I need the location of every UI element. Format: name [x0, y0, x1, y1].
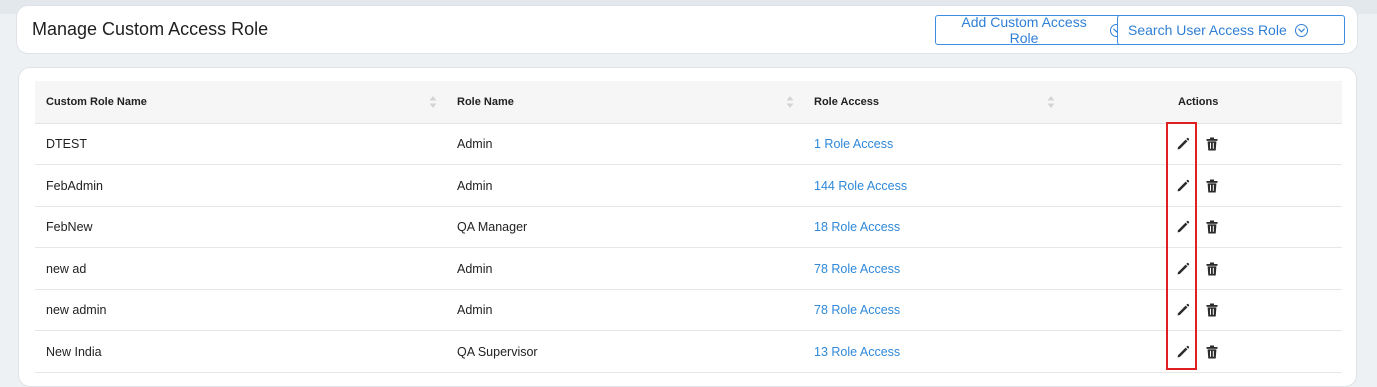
trash-icon[interactable] [1204, 302, 1220, 318]
roles-table-card: Custom Role Name Role Name Role Access A… [18, 67, 1357, 387]
pencil-icon[interactable] [1175, 136, 1191, 152]
role-name-cell: QA Supervisor [457, 344, 538, 359]
role-name-cell: Admin [457, 303, 493, 317]
pencil-icon[interactable] [1175, 261, 1191, 277]
column-header-role-name[interactable]: Role Name [457, 81, 514, 123]
add-custom-access-role-button[interactable]: Add Custom Access Role [935, 14, 1134, 46]
trash-icon[interactable] [1204, 219, 1220, 235]
pencil-icon[interactable] [1175, 219, 1191, 235]
role-name-cell: Admin [457, 178, 493, 193]
custom-role-name-cell: new ad [46, 261, 87, 276]
column-header-actions: Actions [1178, 96, 1219, 108]
search-user-access-role-label: Search User Access Role [1128, 22, 1287, 38]
custom-role-name-cell: DTEST [46, 137, 87, 151]
pencil-icon[interactable] [1175, 344, 1191, 360]
trash-icon[interactable] [1204, 136, 1220, 152]
role-access-link[interactable]: 1 Role Access [814, 124, 893, 165]
role-name-cell: QA Manager [457, 220, 528, 234]
pencil-icon[interactable] [1175, 302, 1191, 318]
table-row: New India QA Supervisor 13 Role Access [35, 332, 1342, 373]
custom-role-name-cell: New India [46, 344, 102, 359]
header-card: Manage Custom Access Role Add Custom Acc… [16, 5, 1358, 54]
search-user-access-role-button[interactable]: Search User Access Role [1117, 15, 1345, 45]
trash-icon[interactable] [1204, 178, 1220, 194]
role-access-link[interactable]: 78 Role Access [814, 249, 900, 290]
role-access-link[interactable]: 18 Role Access [814, 207, 900, 248]
role-access-link[interactable]: 78 Role Access [814, 290, 900, 331]
table-row: FebNew QA Manager 18 Role Access [35, 207, 1342, 248]
role-name-cell: Admin [457, 137, 493, 151]
sort-icon[interactable] [1047, 95, 1055, 109]
pencil-icon[interactable] [1175, 178, 1191, 194]
column-header-role-access[interactable]: Role Access [814, 81, 879, 123]
custom-role-name-cell: new admin [46, 303, 107, 317]
role-access-link[interactable]: 13 Role Access [814, 332, 900, 373]
table-row: new ad Admin 78 Role Access [35, 249, 1342, 290]
trash-icon[interactable] [1204, 344, 1220, 360]
table-row: new admin Admin 78 Role Access [35, 290, 1342, 331]
sort-icon[interactable] [786, 95, 794, 109]
chevron-down-icon [1294, 23, 1308, 37]
sort-icon[interactable] [429, 95, 437, 109]
add-custom-access-role-label: Add Custom Access Role [961, 14, 1087, 46]
custom-role-name-cell: FebAdmin [46, 178, 103, 193]
table-row: DTEST Admin 1 Role Access [35, 124, 1342, 165]
table-header: Custom Role Name Role Name Role Access A… [35, 81, 1342, 124]
page-title: Manage Custom Access Role [32, 19, 269, 39]
role-name-cell: Admin [457, 261, 493, 276]
role-access-link[interactable]: 144 Role Access [814, 166, 907, 207]
table-row: FebAdmin Admin 144 Role Access [35, 166, 1342, 207]
custom-role-name-cell: FebNew [46, 220, 93, 234]
trash-icon[interactable] [1204, 261, 1220, 277]
column-header-custom-role-name[interactable]: Custom Role Name [46, 81, 147, 123]
